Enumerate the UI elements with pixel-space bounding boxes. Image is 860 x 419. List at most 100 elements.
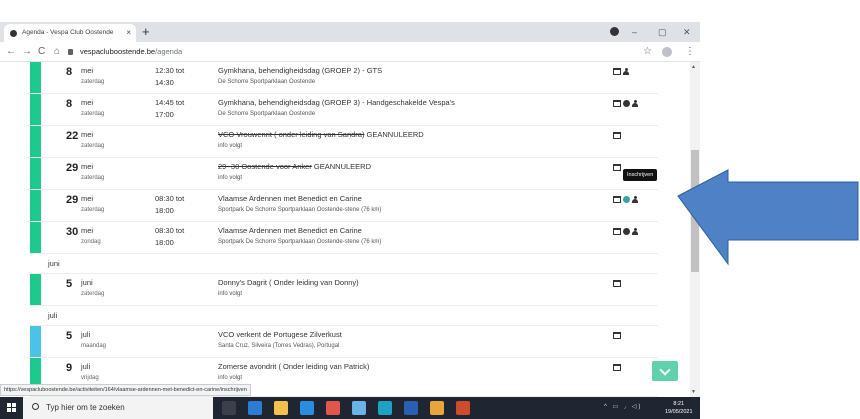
tab-bar: Agenda - Vespa Club Oostende × + – ▢ ✕	[0, 22, 700, 42]
event-color-bar	[30, 274, 41, 305]
task-view-icon[interactable]	[222, 401, 236, 415]
event-weekday: zondag	[81, 239, 101, 245]
word-icon[interactable]	[404, 401, 418, 415]
bookmark-star-icon[interactable]: ☆	[643, 44, 652, 60]
address-bar[interactable]: vespacluboostende.be/agenda	[80, 44, 182, 60]
browser-menu-button[interactable]: ⋮	[685, 44, 695, 60]
event-weekday: maandag	[81, 343, 107, 349]
event-day: 5	[66, 330, 73, 342]
browser-window: Agenda - Vespa Club Oostende × + – ▢ ✕ ←…	[0, 22, 700, 397]
browser-toolbar: ← → C ⌂ vespacluboostende.be/agenda ☆ ⋮	[0, 42, 700, 62]
user-icon[interactable]	[623, 67, 629, 75]
event-title-cancelled: VCO Vrouwenrit ( onder leiding van Sandr…	[218, 130, 365, 139]
home-button[interactable]: ⌂	[54, 44, 60, 60]
clock[interactable]: 8:21 19/05/2021	[665, 400, 693, 416]
system-tray-icons[interactable]: ^ ▭ ◞ ◁)	[604, 403, 642, 410]
chrome-icon[interactable]	[430, 401, 444, 415]
event-title[interactable]: VCO Vrouwenrit ( onder leiding van Sandr…	[218, 130, 424, 139]
user-icon[interactable]	[632, 227, 638, 235]
favicon-icon	[10, 30, 17, 37]
event-row: 22 mei zaterdag VCO Vrouwenrit ( onder l…	[30, 126, 658, 158]
search-icon	[32, 403, 39, 410]
user-icon[interactable]	[632, 195, 638, 203]
event-day: 29	[66, 162, 79, 174]
event-title[interactable]: Donny's Dagrit ( Onder leiding van Donny…	[218, 278, 359, 287]
event-location: De Schorre Sportparklaan Oostende	[218, 79, 316, 85]
tab-close-button[interactable]: ×	[126, 24, 131, 42]
event-time-start: 08:30 tot	[155, 226, 185, 235]
calendar-icon[interactable]	[613, 67, 621, 75]
event-actions	[613, 363, 621, 371]
calendar-icon[interactable]	[613, 99, 621, 107]
tab-title: Agenda - Vespa Club Oostende	[22, 29, 114, 36]
forward-button[interactable]: →	[22, 44, 32, 60]
user-icon[interactable]	[632, 99, 638, 107]
taskbar-search-input[interactable]: Typ hier om te zoeken	[23, 397, 213, 419]
new-tab-button[interactable]: +	[142, 23, 150, 41]
calendar-icon[interactable]	[613, 227, 621, 235]
event-actions	[613, 99, 638, 107]
clock-date: 19/05/2021	[665, 409, 693, 415]
event-title[interactable]: VCO verkent de Portugese Zilverkust	[218, 330, 342, 339]
month-header: juli	[30, 306, 658, 326]
event-title[interactable]: Zomerse avondrit ( Onder leiding van Pat…	[218, 362, 369, 371]
scroll-up-arrow-icon[interactable]: ▲	[691, 64, 696, 70]
event-color-bar	[30, 62, 41, 93]
app-icon[interactable]	[378, 401, 392, 415]
calendar-icon[interactable]	[613, 331, 621, 339]
file-explorer-icon[interactable]	[274, 401, 288, 415]
calendar-icon[interactable]	[613, 131, 621, 139]
event-color-bar	[30, 326, 41, 357]
check-circle-icon[interactable]	[623, 227, 630, 235]
edge-icon[interactable]	[300, 401, 314, 415]
event-month: mei	[81, 194, 94, 203]
event-title-status: GEANNULEERD	[311, 162, 371, 171]
event-time-end: 17:00	[155, 110, 174, 119]
windows-start-icon[interactable]	[7, 403, 17, 413]
scroll-to-top-button[interactable]	[652, 361, 678, 381]
event-row: 8 mei zaterdag 12:30 tot 14:30 Gymkhana,…	[30, 62, 658, 94]
calendar-icon[interactable]	[613, 195, 621, 203]
powerpoint-icon[interactable]	[456, 401, 470, 415]
event-title[interactable]: Gymkhana, behendigheidsdag (GROEP 2) - G…	[218, 66, 382, 75]
app-icon[interactable]	[326, 401, 340, 415]
close-window-button[interactable]: ✕	[683, 24, 691, 40]
event-color-bar	[30, 222, 41, 253]
event-weekday: zaterdag	[81, 175, 105, 181]
calendar-icon[interactable]	[613, 363, 621, 371]
event-row: 30 mei zondag 08:30 tot 18:00 Vlaamse Ar…	[30, 222, 658, 254]
reload-button[interactable]: C	[38, 44, 45, 60]
profile-avatar[interactable]	[662, 47, 672, 57]
event-day: 5	[66, 278, 73, 290]
event-title[interactable]: Vlaamse Ardennen met Benedict en Carine	[218, 226, 362, 235]
event-actions	[613, 163, 621, 171]
calendar-icon[interactable]	[613, 163, 621, 171]
event-day: 30	[66, 226, 79, 238]
check-circle-icon[interactable]	[623, 99, 630, 107]
restore-button[interactable]: ▢	[658, 24, 667, 40]
event-title[interactable]: 29 -30 Oostende voor Anker GEANNULEERD	[218, 162, 371, 171]
outlook-icon[interactable]	[248, 401, 262, 415]
event-location: info volgt	[218, 175, 243, 181]
minimize-button[interactable]: –	[632, 24, 637, 40]
browser-account-icon[interactable]	[610, 27, 619, 36]
scroll-down-arrow-icon[interactable]: ▼	[691, 389, 696, 395]
back-button[interactable]: ←	[6, 44, 16, 60]
event-weekday: zaterdag	[81, 207, 105, 213]
event-time-end: 14:30	[155, 78, 174, 87]
event-weekday: zaterdag	[81, 291, 105, 297]
app-icon[interactable]	[352, 401, 366, 415]
event-month: mei	[81, 98, 94, 107]
event-location: De Schorre Sportparklaan Oostende	[218, 111, 316, 117]
event-day: 29	[66, 194, 79, 206]
event-row: 5 juli maandag VCO verkent de Portugese …	[30, 326, 658, 358]
annotation-arrow-icon	[677, 169, 859, 266]
event-title[interactable]: Gymkhana, behendigheidsdag (GROEP 3) - H…	[218, 98, 455, 107]
event-month: mei	[81, 162, 94, 171]
calendar-icon[interactable]	[613, 279, 621, 287]
event-row: 29 mei zaterdag 29 -30 Oostende voor Ank…	[30, 158, 658, 190]
event-color-bar	[30, 158, 41, 189]
browser-tab[interactable]: Agenda - Vespa Club Oostende ×	[4, 24, 136, 42]
event-title[interactable]: Vlaamse Ardennen met Benedict en Carine	[218, 194, 362, 203]
check-circle-icon[interactable]	[623, 195, 630, 203]
